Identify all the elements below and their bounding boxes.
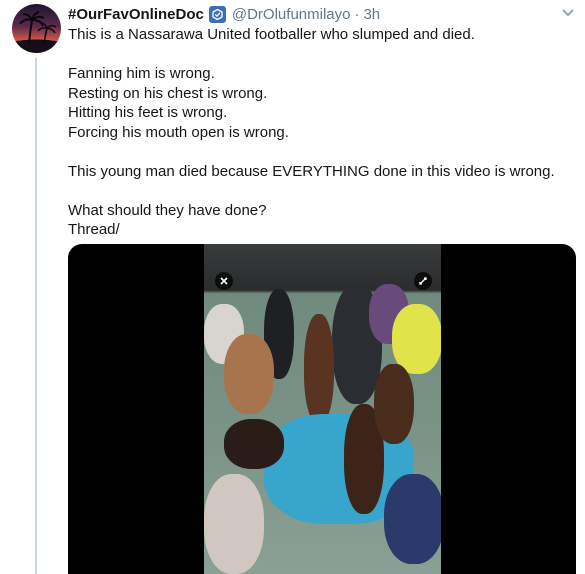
tweet-text: This is a Nassarawa United footballer wh… <box>68 25 573 240</box>
verified-logo-icon <box>208 5 226 23</box>
close-icon[interactable] <box>215 272 233 290</box>
avatar[interactable] <box>12 4 61 53</box>
video-figure <box>204 474 264 574</box>
tweet-line: This young man died because EVERYTHING d… <box>68 162 555 180</box>
tweet-line: Hitting his feet is wrong. <box>68 104 228 121</box>
tweet-line: Fanning him is wrong. <box>68 65 215 82</box>
video-figure <box>224 334 274 414</box>
tweet-line: Resting on his chest is wrong. <box>68 84 268 102</box>
tweet-line: What should they have done? <box>68 201 267 219</box>
video-figure <box>224 419 284 469</box>
video-player[interactable] <box>68 244 576 574</box>
timestamp[interactable]: 3h <box>363 6 380 23</box>
display-name[interactable]: #OurFavOnlineDoc <box>68 6 204 23</box>
tweet-header: #OurFavOnlineDoc @DrOlufunmilayo · 3h <box>68 4 380 24</box>
chevron-down-icon[interactable] <box>559 6 577 20</box>
thread-connector-line <box>35 58 37 574</box>
palm-tree-sunset-image <box>12 11 61 53</box>
video-frame <box>204 244 441 574</box>
video-figure <box>384 474 441 564</box>
separator: · <box>354 5 360 23</box>
tweet-line: Forcing his mouth open is wrong. <box>68 123 289 141</box>
video-figure <box>374 364 414 444</box>
expand-icon[interactable] <box>414 272 432 290</box>
video-figure <box>392 304 441 374</box>
handle[interactable]: @DrOlufunmilayo <box>232 6 351 23</box>
tweet-line: This is a Nassarawa United footballer wh… <box>68 26 475 43</box>
video-figure <box>304 314 334 424</box>
tweet-line: Thread/ <box>68 221 120 238</box>
